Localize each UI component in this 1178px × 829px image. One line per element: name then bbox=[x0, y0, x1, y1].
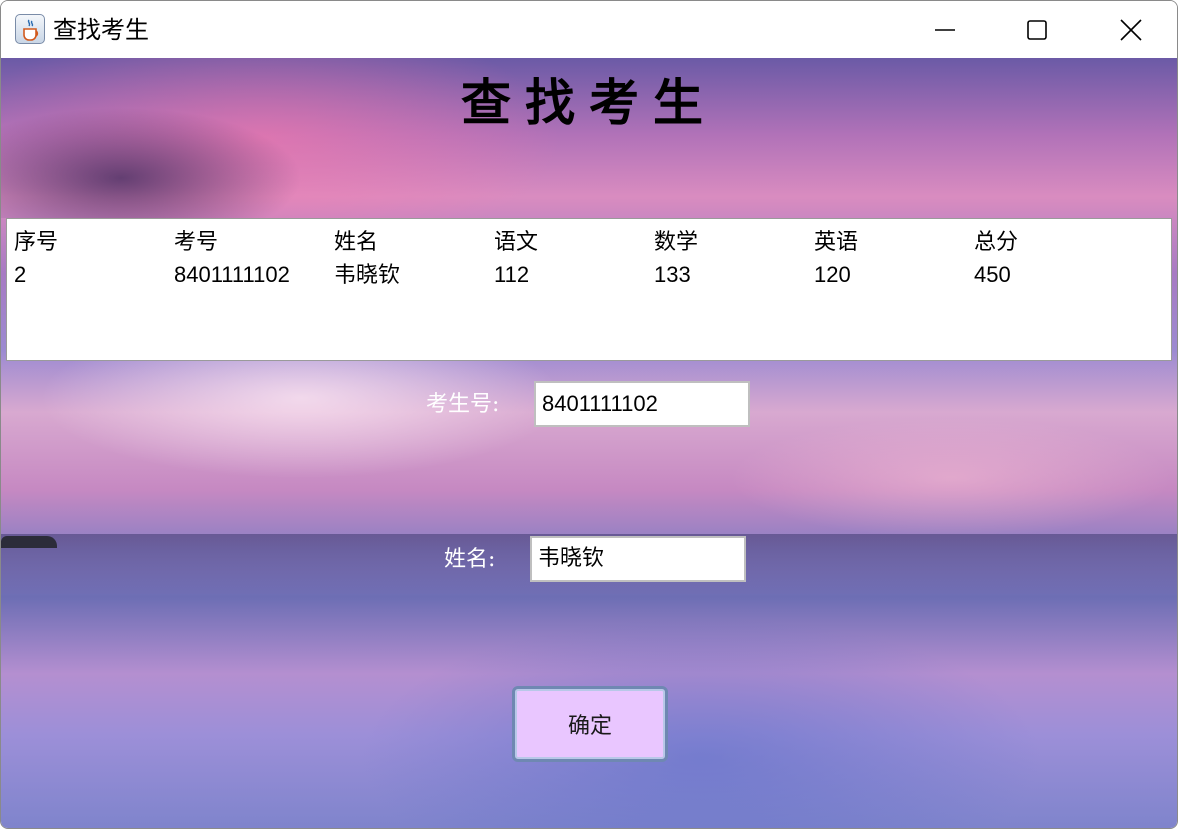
close-button[interactable] bbox=[1085, 1, 1177, 58]
maximize-button[interactable] bbox=[991, 1, 1083, 58]
exam-id-input[interactable]: 8401111102 bbox=[534, 381, 750, 427]
column-header-exam-id: 考号 bbox=[174, 230, 219, 255]
column-header-english: 英语 bbox=[814, 230, 859, 255]
name-input[interactable]: 韦晓钦 bbox=[530, 536, 746, 582]
column-header-name: 姓名 bbox=[334, 230, 379, 255]
table-cell: 450 bbox=[974, 262, 1011, 287]
column-header-total: 总分 bbox=[974, 230, 1019, 255]
java-cup-icon bbox=[15, 14, 45, 44]
column-header-math: 数学 bbox=[654, 230, 699, 255]
app-window: 查找考生 查找考生 序号 考号 姓名 语文 数学 英语 总分 2 8401111… bbox=[0, 0, 1178, 829]
confirm-button[interactable]: 确定 bbox=[512, 686, 668, 762]
table-cell: 112 bbox=[494, 262, 530, 287]
table-cell: 2 bbox=[14, 262, 27, 287]
background-rock bbox=[1, 536, 57, 548]
exam-id-label: 考生号: bbox=[426, 392, 500, 417]
maximize-icon bbox=[1027, 19, 1047, 40]
close-icon bbox=[1120, 18, 1142, 41]
content-panel: 查找考生 序号 考号 姓名 语文 数学 英语 总分 2 8401111102 韦… bbox=[1, 58, 1177, 828]
table-cell: 133 bbox=[654, 262, 691, 287]
title-bar[interactable]: 查找考生 bbox=[1, 1, 1177, 58]
table-cell: 120 bbox=[814, 262, 851, 287]
column-header-index: 序号 bbox=[14, 230, 59, 255]
table-cell: 韦晓钦 bbox=[334, 262, 401, 287]
table-row[interactable]: 2 8401111102 韦晓钦 112 133 120 450 bbox=[7, 259, 1171, 291]
table-cell: 8401111102 bbox=[174, 262, 290, 287]
minimize-button[interactable] bbox=[899, 1, 991, 58]
name-label: 姓名: bbox=[444, 547, 496, 572]
results-table[interactable]: 序号 考号 姓名 语文 数学 英语 总分 2 8401111102 韦晓钦 11… bbox=[6, 218, 1172, 361]
page-heading: 查找考生 bbox=[461, 73, 717, 132]
minimize-icon bbox=[935, 28, 955, 31]
column-header-chinese: 语文 bbox=[494, 230, 539, 255]
window-title: 查找考生 bbox=[53, 16, 149, 44]
table-header-row: 序号 考号 姓名 语文 数学 英语 总分 bbox=[7, 227, 1171, 259]
